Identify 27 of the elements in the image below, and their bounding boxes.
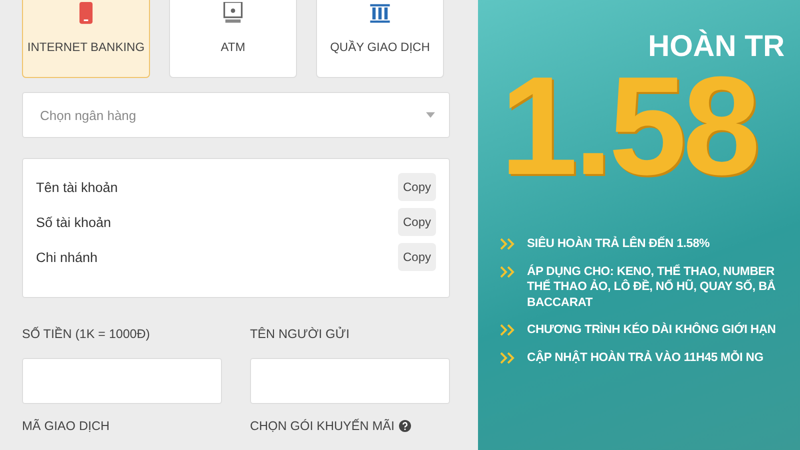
caret-icon [426,112,435,118]
bank-select[interactable]: Chọn ngân hàng [22,92,450,138]
input-field[interactable] [250,358,450,404]
field-label: CHỌN GÓI KHUYẾN MÃI [250,419,394,433]
double-chevron-icon [500,266,516,278]
account-field-label: Tên tài khoản [36,180,118,194]
input-field[interactable] [22,358,222,404]
copy-button[interactable]: Copy [398,243,436,271]
copy-button[interactable]: Copy [398,208,436,236]
field-label: SỐ TIỀN (1K = 1000Đ) [22,327,150,341]
payment-method-tab[interactable]: QUẦY GIAO DỊCH [316,0,444,78]
account-field-label: Chi nhánh [36,250,98,264]
field-label: MÃ GIAO DỊCH [22,419,110,433]
banner-figure: 1.58 [500,56,756,196]
double-chevron-icon [500,324,516,336]
help-icon[interactable] [399,420,412,432]
double-chevron-icon [500,238,516,250]
bullet-text: SIÊU HOÀN TRẢ LÊN ĐẾN 1.58% [527,236,710,252]
copy-button[interactable]: Copy [398,173,436,201]
field-label: TÊN NGƯỜI GỬI [250,327,350,341]
bullet-text: ÁP DỤNG CHO: KENO, THỂ THAO, NUMBER THỂ THAO ẢO, LÔ ĐỀ, NỔ HŨ, QUAY SỐ, BẮ BACCARAT [527,264,776,310]
double-chevron-icon [500,352,516,364]
bullet-text: CẬP NHẬT HOÀN TRẢ VÀO 11H45 MỖI NG [527,350,764,366]
payment-method-tab[interactable]: INTERNET BANKING [22,0,150,78]
account-field-label: Số tài khoản [36,214,112,230]
bullet-text: CHƯƠNG TRÌNH KÉO DÀI KHÔNG GIỚI HẠN [527,322,776,338]
payment-method-tab[interactable]: ATM [169,0,297,78]
